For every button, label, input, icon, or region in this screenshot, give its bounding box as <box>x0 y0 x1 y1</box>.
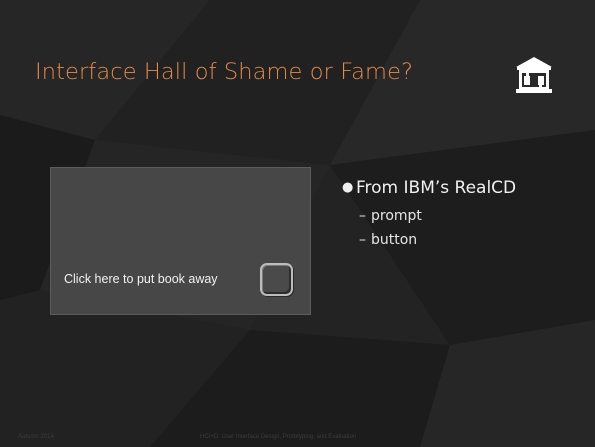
hall-of-fame-building-icon <box>516 57 552 93</box>
bullet-main-text: From IBM’s RealCD <box>356 178 517 198</box>
footer-date: Autumn 2014 <box>18 434 54 440</box>
example-ui-screenshot: Click here to put book away <box>50 167 311 315</box>
put-book-away-button[interactable] <box>260 263 293 296</box>
sub-bullet-text: prompt <box>371 208 422 224</box>
footer-course-title: HCI+D: User Interface Design, Prototypin… <box>200 434 357 440</box>
sub-bullet-button: – button <box>359 232 417 248</box>
bullet-dot-icon: ● <box>342 180 354 195</box>
sub-bullet-prompt: – prompt <box>359 208 422 224</box>
sub-bullet-text: button <box>371 232 418 248</box>
dash-icon: – <box>359 232 366 248</box>
bullet-main: ● From IBM’s RealCD <box>342 178 516 198</box>
slide: Interface Hall of Shame or Fame? Click h… <box>0 0 595 447</box>
slide-title: Interface Hall of Shame or Fame? <box>35 59 414 85</box>
prompt-text: Click here to put book away <box>64 272 218 286</box>
dash-icon: – <box>359 208 366 224</box>
